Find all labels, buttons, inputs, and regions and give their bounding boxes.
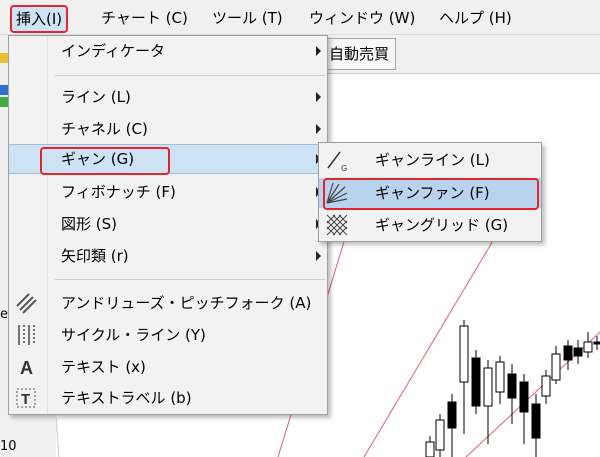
menu-item-label: フィボナッチ (F) xyxy=(61,183,176,201)
candle xyxy=(583,341,593,353)
menu-item-label: 図形 (S) xyxy=(61,215,117,233)
svg-text:G: G xyxy=(341,164,347,172)
auto-trade-button[interactable]: 自動売買 xyxy=(322,38,397,70)
submenu-arrow-icon xyxy=(316,92,321,102)
submenu-item-gann-grid[interactable]: ギャングリッド (G) xyxy=(319,210,541,240)
menu-item-arrows[interactable]: 矢印類 (r) xyxy=(9,241,327,271)
menu-item-text-label[interactable]: T テキストラベル (b) xyxy=(9,383,327,413)
candle xyxy=(551,353,561,381)
candle xyxy=(447,401,457,429)
edge-value: 10 xyxy=(0,439,17,454)
menu-item-cycle-lines[interactable]: サイクル・ライン (Y) xyxy=(9,320,327,350)
toolbar-icon-fragment xyxy=(0,97,8,107)
candle xyxy=(593,341,600,345)
candle xyxy=(531,403,541,439)
menu-item-label: テキスト (x) xyxy=(61,358,146,376)
menu-window[interactable]: ウィンドウ (W) xyxy=(309,7,415,29)
submenu-item-label: ギャンライン (L) xyxy=(375,151,490,169)
gann-line-icon: G xyxy=(325,148,349,173)
menu-insert[interactable]: 挿入(I) xyxy=(10,5,69,33)
toolbar-icon-fragment xyxy=(0,85,8,95)
candle xyxy=(519,381,529,413)
chart-border xyxy=(56,417,60,457)
menu-item-label: 矢印類 (r) xyxy=(61,247,129,265)
toolbar-icon-fragment xyxy=(0,53,8,63)
gann-fan-icon xyxy=(325,181,349,205)
menu-item-label: サイクル・ライン (Y) xyxy=(61,326,206,344)
candle xyxy=(459,325,469,383)
menu-item-label: ギャン (G) xyxy=(61,150,135,168)
candle xyxy=(471,357,481,407)
submenu-item-label: ギャングリッド (G) xyxy=(375,216,509,234)
candle xyxy=(573,347,583,357)
menu-separator xyxy=(55,279,325,280)
submenu-arrow-icon xyxy=(316,251,321,261)
menu-help[interactable]: ヘルプ (H) xyxy=(439,7,512,29)
candle xyxy=(425,441,435,457)
svg-text:T: T xyxy=(21,391,30,408)
svg-text:A: A xyxy=(20,358,33,378)
gann-grid-icon xyxy=(325,213,349,237)
gann-submenu: G ギャンライン (L) ギャンファン (F) ギャングリッド (G) xyxy=(318,142,542,242)
menu-item-label: チャネル (C) xyxy=(61,120,148,138)
text-icon: A xyxy=(15,356,37,378)
submenu-item-gann-line[interactable]: G ギャンライン (L) xyxy=(319,145,541,175)
menu-item-lines[interactable]: ライン (L) xyxy=(9,82,327,112)
menu-item-channels[interactable]: チャネル (C) xyxy=(9,114,327,144)
menu-item-pitchfork[interactable]: アンドリューズ・ピッチフォーク (A) xyxy=(9,288,327,318)
menu-separator xyxy=(55,75,325,76)
menu-chart[interactable]: チャート (C) xyxy=(101,7,188,29)
menu-bar: 挿入(I) チャート (C) ツール (T) ウィンドウ (W) ヘルプ (H) xyxy=(0,0,600,35)
cycle-lines-icon xyxy=(15,324,37,346)
submenu-item-gann-fan[interactable]: ギャンファン (F) xyxy=(319,178,541,210)
candle xyxy=(563,345,573,361)
candle xyxy=(483,367,493,407)
candle xyxy=(507,373,517,399)
text-label-icon: T xyxy=(15,387,37,409)
menu-item-gann[interactable]: ギャン (G) xyxy=(9,144,327,175)
candle xyxy=(541,375,551,397)
candle xyxy=(435,419,445,451)
menu-item-shapes[interactable]: 図形 (S) xyxy=(9,209,327,239)
candlesticks xyxy=(425,320,600,457)
menu-item-fibonacci[interactable]: フィボナッチ (F) xyxy=(9,177,327,207)
menu-item-indicators[interactable]: インディケータ xyxy=(9,36,327,66)
insert-menu: インディケータ ライン (L) チャネル (C) ギャン (G) フィボナッチ … xyxy=(8,35,328,415)
submenu-item-label: ギャンファン (F) xyxy=(375,184,490,202)
menu-item-label: テキストラベル (b) xyxy=(61,389,192,407)
edge-letter: e xyxy=(0,307,8,322)
menu-item-label: インディケータ xyxy=(61,42,165,60)
menu-tools[interactable]: ツール (T) xyxy=(212,7,283,29)
pitchfork-icon xyxy=(15,292,37,314)
menu-item-label: アンドリューズ・ピッチフォーク (A) xyxy=(61,294,312,312)
menu-item-label: ライン (L) xyxy=(61,88,131,106)
submenu-arrow-icon xyxy=(316,124,321,134)
candle xyxy=(495,361,505,393)
submenu-arrow-icon xyxy=(316,46,321,56)
menu-item-text[interactable]: A テキスト (x) xyxy=(9,352,327,382)
